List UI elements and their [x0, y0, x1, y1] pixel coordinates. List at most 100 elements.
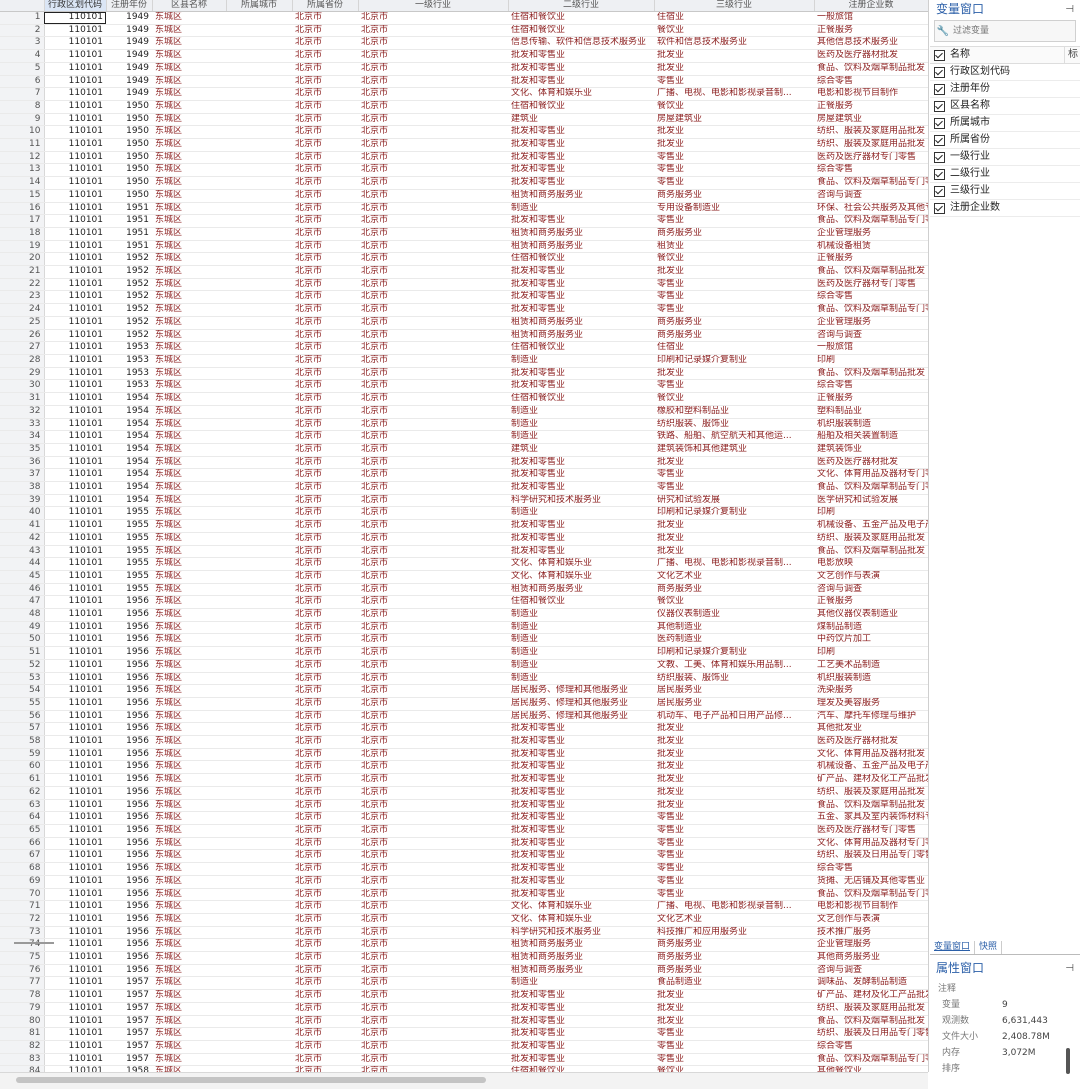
- table-row[interactable]: 761101011956东城区北京市北京市租赁和商务服务业商务服务业咨询与调查1: [0, 964, 928, 978]
- table-cell[interactable]: 110101: [44, 760, 106, 775]
- table-cell[interactable]: 北京市: [292, 62, 358, 76]
- table-cell[interactable]: 北京市: [358, 1053, 508, 1067]
- table-cell[interactable]: [226, 938, 292, 953]
- table-cell[interactable]: 居民服务业: [654, 697, 814, 711]
- table-cell[interactable]: 纺织服装、服饰业: [654, 672, 814, 686]
- table-cell[interactable]: 1950: [106, 138, 152, 152]
- table-cell[interactable]: 批发业: [654, 799, 814, 813]
- table-cell[interactable]: 1955: [106, 532, 152, 546]
- table-cell[interactable]: 住宿和餐饮业: [508, 252, 654, 267]
- table-cell[interactable]: [226, 646, 292, 660]
- table-cell[interactable]: 110101: [44, 735, 106, 749]
- checkbox-checked-icon[interactable]: [934, 83, 945, 95]
- table-cell[interactable]: 1954: [106, 418, 152, 432]
- table-cell[interactable]: 北京市: [292, 1015, 358, 1029]
- table-cell[interactable]: 1950: [106, 100, 152, 114]
- table-cell[interactable]: 110101: [44, 202, 106, 216]
- table-row[interactable]: 18 110101 1951 东城区 北京市 北京市 租赁和商务服务业 商务服务业 企业管理服务…: [0, 227, 928, 241]
- table-cell[interactable]: [226, 697, 292, 711]
- table-cell[interactable]: 零售业: [654, 151, 814, 165]
- table-cell[interactable]: 批发和零售业: [508, 481, 654, 495]
- table-cell[interactable]: 北京市: [292, 240, 358, 254]
- table-cell[interactable]: 1951: [106, 214, 152, 228]
- table-cell[interactable]: 北京市: [292, 405, 358, 419]
- table-row[interactable]: 511101011956东城区北京市北京市制造业印刷和记录媒介复制业印刷1: [0, 646, 928, 660]
- table-cell[interactable]: 110101: [44, 557, 106, 571]
- table-cell[interactable]: 零售业: [654, 176, 814, 190]
- table-cell[interactable]: 企业管理服务: [814, 938, 928, 953]
- table-cell[interactable]: 110101: [44, 456, 106, 470]
- table-cell[interactable]: [226, 1027, 292, 1041]
- table-cell[interactable]: 零售业: [654, 875, 814, 889]
- table-cell[interactable]: 110101: [44, 646, 106, 660]
- table-row[interactable]: 501101011956东城区北京市北京市制造业医药制造业中药饮片加工1: [0, 633, 928, 648]
- table-cell[interactable]: 北京市: [292, 900, 358, 914]
- table-cell[interactable]: 北京市: [292, 329, 358, 343]
- table-cell[interactable]: 货摊、无店铺及其他零售业: [814, 875, 928, 889]
- table-cell[interactable]: 110101: [44, 62, 106, 76]
- table-cell[interactable]: 医药及医疗器材批发: [814, 735, 928, 749]
- table-cell[interactable]: 1950: [106, 151, 152, 165]
- table-cell[interactable]: 批发业: [654, 748, 814, 762]
- table-cell[interactable]: 东城区: [152, 49, 226, 63]
- table-cell[interactable]: 餐饮业: [654, 252, 814, 267]
- table-cell[interactable]: 东城区: [152, 888, 226, 902]
- table-cell[interactable]: 批发和零售业: [508, 379, 654, 394]
- table-cell[interactable]: 1956: [106, 888, 152, 902]
- table-cell[interactable]: 110101: [44, 506, 106, 521]
- column-header[interactable]: 注册年份: [106, 0, 153, 12]
- table-cell[interactable]: 110101: [44, 532, 106, 546]
- table-cell[interactable]: 电影和影视节目制作: [814, 900, 928, 914]
- table-cell[interactable]: 1956: [106, 608, 152, 622]
- table-cell[interactable]: [226, 621, 292, 635]
- table-cell[interactable]: 1955: [106, 570, 152, 584]
- table-cell[interactable]: [226, 849, 292, 864]
- table-cell[interactable]: 北京市: [358, 824, 508, 838]
- table-cell[interactable]: 批发和零售业: [508, 468, 654, 483]
- table-cell[interactable]: 北京市: [358, 1015, 508, 1029]
- table-cell[interactable]: [226, 710, 292, 724]
- table-cell[interactable]: 110101: [44, 11, 106, 25]
- table-cell[interactable]: 北京市: [292, 646, 358, 660]
- table-cell[interactable]: 1954: [106, 443, 152, 457]
- table-cell[interactable]: 咨询与调查: [814, 583, 928, 597]
- table-cell[interactable]: 租赁和商务服务业: [508, 964, 654, 978]
- table-cell[interactable]: 东城区: [152, 926, 226, 940]
- table-cell[interactable]: 住宿和餐饮业: [508, 595, 654, 610]
- table-cell[interactable]: 1952: [106, 316, 152, 330]
- table-cell[interactable]: 北京市: [358, 125, 508, 140]
- table-cell[interactable]: 食品、饮料及烟草制品批发: [814, 545, 928, 559]
- column-header[interactable]: 所属省份: [292, 0, 359, 12]
- table-cell[interactable]: [226, 557, 292, 571]
- table-cell[interactable]: 北京市: [292, 735, 358, 749]
- table-cell[interactable]: 北京市: [358, 62, 508, 76]
- table-cell[interactable]: 批发业: [654, 722, 814, 737]
- table-row[interactable]: 60 110101 1956 东城区 北京市 北京市 批发和零售业 批发业 机械设备、五金产品及…: [0, 760, 928, 775]
- table-cell[interactable]: [226, 125, 292, 140]
- table-cell[interactable]: [226, 227, 292, 241]
- table-cell[interactable]: 110101: [44, 494, 106, 508]
- table-cell[interactable]: 零售业: [654, 1040, 814, 1054]
- table-cell[interactable]: 北京市: [358, 303, 508, 317]
- variable-item[interactable]: 二级行业: [930, 166, 1080, 183]
- checkbox-checked-icon[interactable]: [934, 117, 945, 129]
- table-cell[interactable]: 1952: [106, 252, 152, 267]
- table-cell[interactable]: 综合零售: [814, 290, 928, 305]
- table-cell[interactable]: 研究和试验发展: [654, 494, 814, 508]
- table-cell[interactable]: 东城区: [152, 278, 226, 292]
- table-cell[interactable]: 110101: [44, 189, 106, 203]
- table-cell[interactable]: 批发和零售业: [508, 367, 654, 381]
- table-cell[interactable]: 北京市: [358, 392, 508, 406]
- table-cell[interactable]: [226, 722, 292, 737]
- table-cell[interactable]: 110101: [44, 608, 106, 622]
- table-cell[interactable]: 批发和零售业: [508, 456, 654, 470]
- table-cell[interactable]: 橡胶和塑料制品业: [654, 405, 814, 419]
- table-cell[interactable]: 110101: [44, 303, 106, 317]
- table-cell[interactable]: 北京市: [358, 265, 508, 279]
- table-cell[interactable]: 110101: [44, 278, 106, 292]
- table-cell[interactable]: 食品、饮料及烟草制品批发: [814, 265, 928, 279]
- table-cell[interactable]: 建筑装饰业: [814, 443, 928, 457]
- table-cell[interactable]: 北京市: [358, 494, 508, 508]
- table-row[interactable]: 681101011956东城区北京市北京市批发和零售业零售业综合零售19: [0, 862, 928, 876]
- table-cell[interactable]: 印刷和记录媒介复制业: [654, 646, 814, 660]
